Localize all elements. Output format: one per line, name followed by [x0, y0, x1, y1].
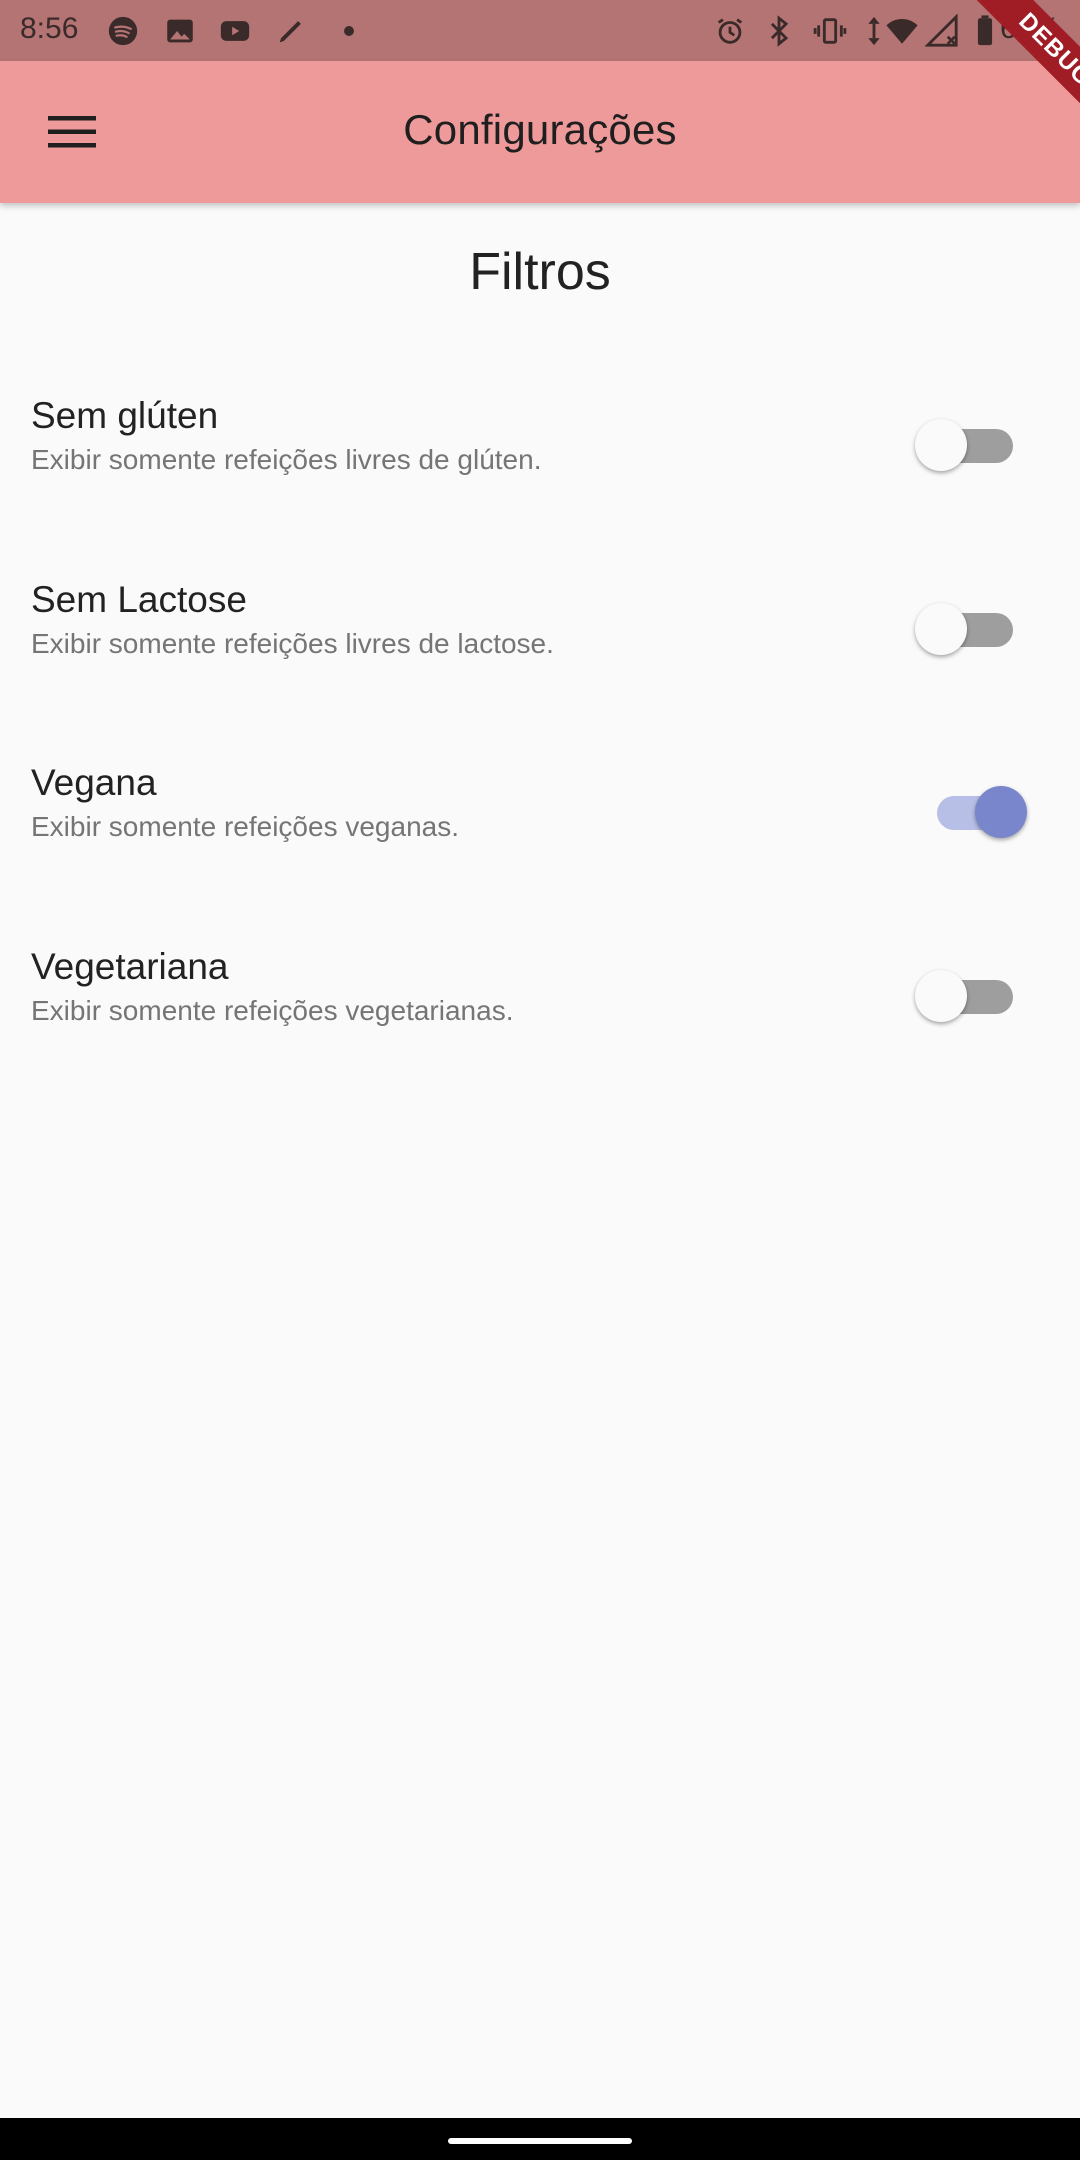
switch-thumb — [975, 786, 1027, 838]
filter-subtitle: Exibir somente refeições livres de glúte… — [31, 444, 542, 475]
filter-title: Sem Lactose — [31, 579, 247, 620]
youtube-icon — [218, 14, 252, 48]
debug-label: DEBUG — [959, 0, 1080, 146]
vibrate-icon — [813, 14, 847, 48]
page-title: Configurações — [403, 106, 677, 153]
filter-item-vegan[interactable]: Vegana Exibir somente refeições veganas. — [0, 762, 1080, 912]
bluetooth-icon — [762, 14, 796, 48]
switch-thumb — [915, 603, 967, 655]
filter-title: Vegana — [31, 762, 157, 803]
navigation-bar — [0, 2118, 1080, 2160]
status-bar: 8:56 61% — [0, 0, 1080, 61]
filter-subtitle: Exibir somente refeições veganas. — [31, 811, 459, 842]
switch-thumb — [915, 419, 967, 471]
filter-subtitle: Exibir somente refeições livres de lacto… — [31, 628, 554, 659]
dot-icon — [332, 14, 366, 48]
filter-item-lactose[interactable]: Sem Lactose Exibir somente refeições liv… — [0, 579, 1080, 729]
filter-item-vegetarian[interactable]: Vegetariana Exibir somente refeições veg… — [0, 946, 1080, 1096]
vegetarian-switch[interactable] — [915, 968, 1025, 1024]
section-title: Filtros — [469, 243, 611, 301]
filter-subtitle: Exibir somente refeições vegetarianas. — [31, 995, 514, 1026]
app-bar: Configurações — [0, 61, 1080, 203]
debug-banner: DEBUG — [930, 0, 1080, 150]
image-icon — [163, 14, 197, 48]
lactose-free-switch[interactable] — [915, 601, 1025, 657]
home-gesture-pill[interactable] — [448, 2138, 632, 2144]
switch-thumb — [915, 970, 967, 1022]
filter-title: Vegetariana — [31, 946, 229, 987]
vegan-switch[interactable] — [915, 784, 1027, 840]
filter-item-gluten[interactable]: Sem glúten Exibir somente refeições livr… — [0, 395, 1080, 545]
status-time: 8:56 — [20, 12, 79, 45]
filter-title: Sem glúten — [31, 395, 219, 436]
spotify-icon — [106, 14, 140, 48]
pen-icon — [274, 14, 308, 48]
alarm-icon — [713, 14, 747, 48]
gluten-free-switch[interactable] — [915, 417, 1025, 473]
wifi-icon — [885, 14, 919, 48]
